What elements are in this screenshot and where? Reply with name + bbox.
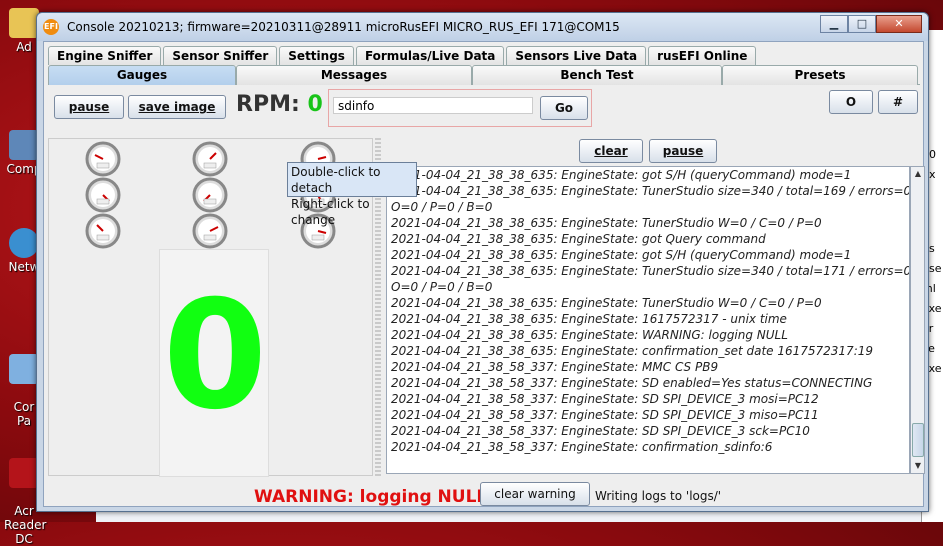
rpm-label: RPM: <box>236 92 300 117</box>
gauge-icon[interactable] <box>85 141 121 177</box>
log-line: 2021-04-04_21_38_58_337: EngineState: SD… <box>391 376 873 390</box>
log-line: 2021-04-04_21_38_38_635: EngineState: go… <box>391 168 852 182</box>
desktop-icon-label: Cor Pa <box>13 400 35 428</box>
scroll-down-icon[interactable]: ▼ <box>912 460 924 472</box>
log-line: 2021-04-04_21_38_58_337: EngineState: SD… <box>391 424 810 438</box>
log-line: 2021-04-04_21_38_58_337: EngineState: co… <box>391 440 773 454</box>
desktop-icon-label: Netw <box>8 260 40 274</box>
folder-icon <box>9 8 39 38</box>
log-line: 2021-04-04_21_38_38_635: EngineState: go… <box>391 248 852 262</box>
tab-row-top: Engine Sniffer Sensor Sniffer Settings F… <box>48 46 758 65</box>
maximize-button[interactable]: □ <box>848 15 876 33</box>
log-line: 2021-04-04_21_38_58_337: EngineState: SD… <box>391 392 819 406</box>
tab-bench-test[interactable]: Bench Test <box>472 65 722 85</box>
clear-warning-button[interactable]: clear warning <box>480 482 590 506</box>
tooltip-line: Right-click to change <box>291 197 370 227</box>
desktop-icon-label: Ad <box>16 40 32 54</box>
client-area: Engine Sniffer Sensor Sniffer Settings F… <box>43 41 925 507</box>
window-title: Console 20210213; firmware=20210311@2891… <box>67 20 620 34</box>
log-text-area[interactable]: 2021-04-04_21_38_38_635: EngineState: go… <box>386 166 910 474</box>
warning-message: WARNING: logging NULL <box>254 487 488 507</box>
log-line: 2021-04-04_21_38_38_635: EngineState: Tu… <box>391 184 910 198</box>
clear-log-button[interactable]: clear <box>579 139 643 163</box>
log-line: 2021-04-04_21_38_38_635: EngineState: Tu… <box>391 296 822 310</box>
hash-button[interactable]: # <box>878 90 918 114</box>
scroll-up-icon[interactable]: ▲ <box>912 168 924 180</box>
messages-panel: clear pause 2021-04-04_21_38_38_635: Eng… <box>382 138 925 476</box>
o-button[interactable]: O <box>829 90 873 114</box>
computer-icon <box>9 130 39 160</box>
command-input[interactable] <box>333 97 533 114</box>
close-button[interactable]: ✕ <box>876 15 922 33</box>
control-panel-icon <box>9 354 39 384</box>
tab-gauges[interactable]: Gauges <box>48 65 236 85</box>
rpm-value: 0 <box>307 92 323 117</box>
tab-formulas-live-data[interactable]: Formulas/Live Data <box>355 46 505 65</box>
tooltip-line: Double-click to detach <box>291 165 381 195</box>
gauge-icon[interactable] <box>192 213 228 249</box>
big-rpm-gauge[interactable]: 0 <box>159 249 269 477</box>
gauge-icon[interactable] <box>192 177 228 213</box>
log-scrollbar[interactable]: ▲ ▼ <box>910 166 925 474</box>
title-bar[interactable]: EFI Console 20210213; firmware=20210311@… <box>37 13 928 41</box>
log-path-status: Writing logs to 'logs/' <box>595 489 722 503</box>
log-line: 2021-04-04_21_38_38_635: EngineState: go… <box>391 232 766 246</box>
acrobat-icon <box>9 458 39 488</box>
rpm-readout: RPM: 0 <box>236 92 323 117</box>
scrollbar-thumb[interactable] <box>912 423 924 457</box>
pause-log-button[interactable]: pause <box>649 139 717 163</box>
gauge-tooltip: Double-click to detach Right-click to ch… <box>287 162 417 227</box>
tab-settings[interactable]: Settings <box>279 46 354 65</box>
tab-messages[interactable]: Messages <box>236 65 472 85</box>
log-line: 2021-04-04_21_38_38_635: EngineState: Tu… <box>391 216 822 230</box>
log-line: 2021-04-04_21_38_58_337: EngineState: SD… <box>391 408 819 422</box>
pause-log-label: pause <box>662 144 704 158</box>
log-line: 2021-04-04_21_38_38_635: EngineState: co… <box>391 344 874 358</box>
log-line: 2021-04-04_21_38_38_635: EngineState: Tu… <box>391 264 910 278</box>
save-image-label: save image <box>138 100 216 114</box>
save-image-button[interactable]: save image <box>128 95 226 119</box>
log-line: 2021-04-04_21_38_38_635: EngineState: 16… <box>391 312 787 326</box>
log-line: O=0 / P=0 / B=0 <box>391 200 493 214</box>
tab-row-bottom: Gauges Messages Bench Test Presets <box>48 65 920 85</box>
big-rpm-value: 0 <box>162 269 268 443</box>
go-button[interactable]: Go <box>540 96 588 120</box>
log-line: O=0 / P=0 / B=0 <box>391 280 493 294</box>
globe-icon <box>9 228 39 258</box>
pause-button[interactable]: pause <box>54 95 124 119</box>
minimize-button[interactable]: ▁ <box>820 15 848 33</box>
log-line: 2021-04-04_21_38_58_337: EngineState: MM… <box>391 360 719 374</box>
tab-sensor-sniffer[interactable]: Sensor Sniffer <box>163 46 278 65</box>
console-window: EFI Console 20210213; firmware=20210311@… <box>36 12 929 512</box>
gauge-icon[interactable] <box>85 213 121 249</box>
tab-rusefi-online[interactable]: rusEFI Online <box>648 46 757 65</box>
clear-label: clear <box>594 144 628 158</box>
rusefi-app-icon: EFI <box>43 19 59 35</box>
tab-presets[interactable]: Presets <box>722 65 918 85</box>
gauge-icon[interactable] <box>192 141 228 177</box>
log-line: 2021-04-04_21_38_38_635: EngineState: WA… <box>391 328 788 342</box>
pause-label: pause <box>68 100 110 114</box>
gauge-icon[interactable] <box>85 177 121 213</box>
tab-sensors-live-data[interactable]: Sensors Live Data <box>506 46 647 65</box>
tab-engine-sniffer[interactable]: Engine Sniffer <box>48 46 162 65</box>
